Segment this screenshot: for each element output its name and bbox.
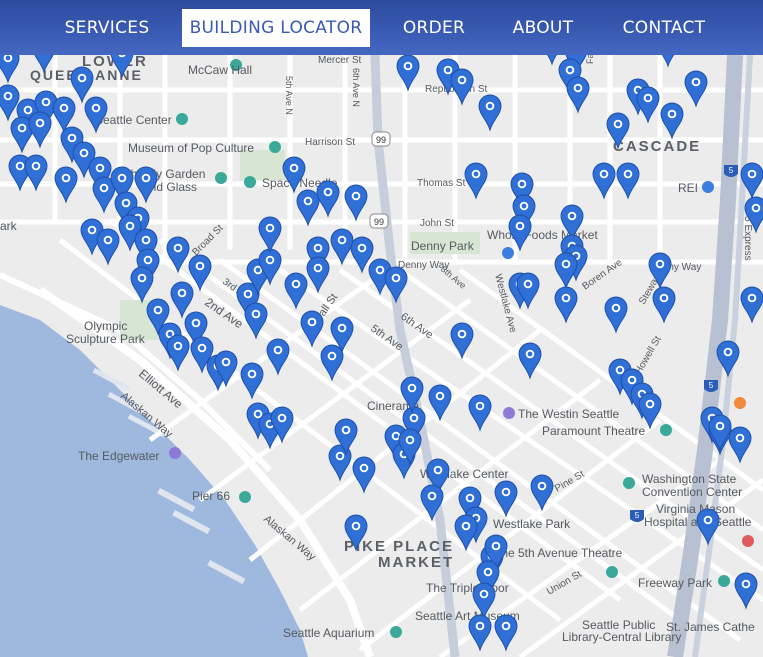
i5-shield-3: 5 xyxy=(630,510,644,522)
nav-order[interactable]: ORDER xyxy=(398,9,470,47)
mopop-icon xyxy=(269,141,281,153)
map-canvas[interactable]: 99 99 5 5 5 LOWER QUEE xyxy=(0,0,763,657)
label-olympic-2: Sculpture Park xyxy=(66,332,146,346)
nav-services[interactable]: SERVICES xyxy=(62,9,152,47)
svg-text:5: 5 xyxy=(729,166,734,175)
nav-building-locator[interactable]: BUILDING LOCATOR xyxy=(182,9,370,47)
label-paramount: Paramount Theatre xyxy=(542,424,645,438)
route-99-shield-2: 99 xyxy=(369,213,389,229)
label-westin: The Westin Seattle xyxy=(518,407,619,421)
label-mercer: Mercer St xyxy=(318,55,362,66)
nav-contact[interactable]: CONTACT xyxy=(618,9,710,47)
nav-about[interactable]: ABOUT xyxy=(508,9,578,47)
label-st-james: St. James Cathe xyxy=(666,620,755,634)
label-virginia-1: Virginia Mason xyxy=(656,502,735,516)
whole-foods-icon xyxy=(502,247,514,259)
label-fifth-ave-theatre: The 5th Avenue Theatre xyxy=(494,546,623,560)
paramount-icon xyxy=(660,424,672,436)
label-library-2: Library-Central Library xyxy=(562,630,681,644)
svg-text:5: 5 xyxy=(635,511,640,520)
label-harrison: Harrison St xyxy=(305,137,355,148)
svg-text:5: 5 xyxy=(709,381,714,390)
top-navigation: SERVICES BUILDING LOCATOR ORDER ABOUT CO… xyxy=(0,0,763,55)
label-seattle-center: Seattle Center xyxy=(95,113,172,127)
convention-center-icon xyxy=(623,477,635,489)
svg-text:99: 99 xyxy=(376,135,386,145)
label-chihuly-1: Chihuly Garden xyxy=(122,167,205,181)
label-sixth-ave-n: 6th Ave N xyxy=(351,68,361,107)
svg-text:99: 99 xyxy=(374,217,384,227)
label-olympic-1: Olympic xyxy=(84,319,127,333)
label-john: John St xyxy=(420,218,454,229)
label-westlake-park: Westlake Park xyxy=(493,517,571,531)
i5-shield: 5 xyxy=(724,165,738,177)
label-rei: REI xyxy=(678,181,698,195)
westin-icon xyxy=(503,407,515,419)
label-convention-2: Convention Center xyxy=(642,485,742,499)
label-mccaw: McCaw Hall xyxy=(188,63,252,77)
chihuly-icon xyxy=(215,172,227,184)
restaurant-icon xyxy=(734,397,746,409)
label-edgewater: The Edgewater xyxy=(78,449,159,463)
i5-shield-2: 5 xyxy=(704,380,718,392)
label-thomas: Thomas St xyxy=(417,178,466,189)
label-pier66: Pier 66 xyxy=(192,489,230,503)
label-aquarium: Seattle Aquarium xyxy=(283,626,374,640)
label-triple-door: The Triple Door xyxy=(426,581,509,595)
label-convention-1: Washington State xyxy=(642,472,737,486)
aquarium-icon xyxy=(390,626,402,638)
space-needle-icon xyxy=(244,176,256,188)
fifth-ave-theatre-icon xyxy=(606,566,618,578)
label-clark: ark xyxy=(0,219,18,233)
label-fifth-ave-n: 5th Ave N xyxy=(284,76,294,115)
label-pike-place-2: MARKET xyxy=(378,554,454,571)
edgewater-icon xyxy=(169,447,181,459)
rei-icon xyxy=(702,181,714,193)
route-99-shield: 99 xyxy=(371,131,391,147)
freeway-park-icon xyxy=(718,575,730,587)
seattle-center-icon xyxy=(176,113,188,125)
label-freeway-park: Freeway Park xyxy=(638,576,713,590)
label-mopop: Museum of Pop Culture xyxy=(128,141,254,155)
hospital-icon xyxy=(742,535,754,547)
label-cascade: CASCADE xyxy=(613,138,701,155)
pier66-icon xyxy=(239,491,251,503)
label-denny-park: Denny Park xyxy=(411,239,475,253)
